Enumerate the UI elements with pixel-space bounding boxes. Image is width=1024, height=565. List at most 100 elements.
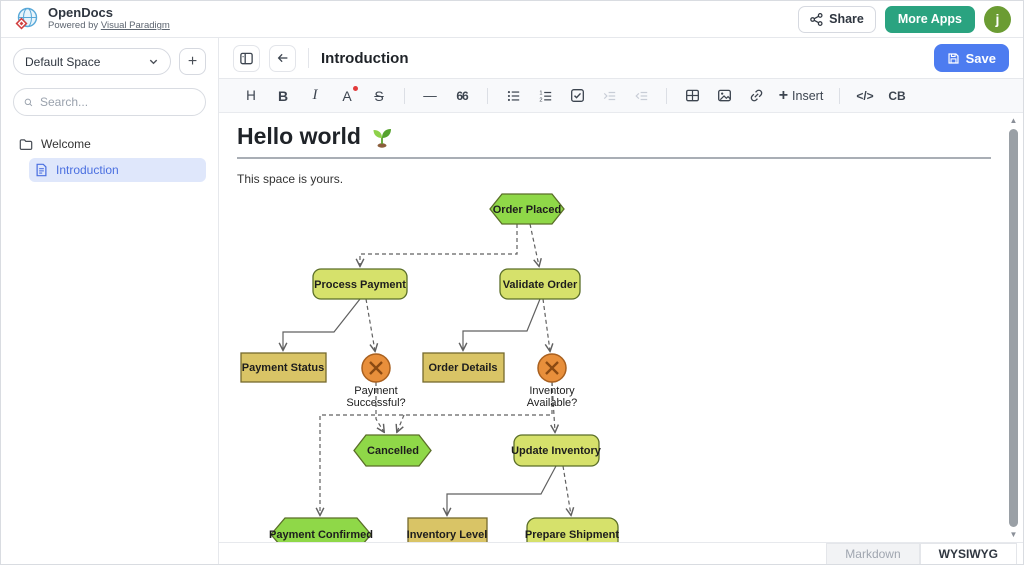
connector-updateinventory-inventorylevel [447,466,556,515]
new-space-button[interactable]: + [179,48,206,75]
task-list-button[interactable] [564,83,590,109]
node-order-placed: Order Placed [490,194,564,224]
italic-button[interactable]: I [302,83,328,109]
node-update-inventory: Update Inventory [511,435,602,466]
node-inventory-level: Inventory Level [407,518,488,542]
top-bar: OpenDocs Powered by Visual Paradigm Shar… [1,1,1023,38]
space-selector[interactable]: Default Space [13,48,171,75]
connector-horizontal-cancelled [397,415,404,432]
svg-text:Successful?: Successful? [346,397,405,409]
table-button[interactable] [679,83,705,109]
svg-text:Payment: Payment [354,385,397,397]
checkbox-icon [570,88,585,103]
toolbar-separator [839,88,840,104]
svg-text:Update Inventory: Update Inventory [511,445,602,457]
sidebar-item-welcome[interactable]: Welcome [13,132,206,156]
strikethrough-button[interactable]: S [366,83,392,109]
search-icon [24,96,33,109]
connector-processpayment-gateway1 [366,299,375,351]
node-process-payment: Process Payment [313,269,407,299]
sidebar-item-introduction[interactable]: Introduction [29,158,206,182]
outdent-icon [634,89,649,103]
svg-text:Payment Status: Payment Status [242,362,325,374]
doc-heading: Hello world [237,123,361,150]
numbered-list-icon: 1 2 [538,89,553,103]
node-cancelled: Cancelled [354,435,431,466]
svg-text:Order Placed: Order Placed [493,204,561,216]
link-icon [749,88,764,103]
node-payment-status: Payment Status [241,353,326,382]
link-button[interactable] [743,83,769,109]
header-divider [308,48,309,68]
toggle-sidebar-button[interactable] [233,45,260,72]
brand: OpenDocs Powered by Visual Paradigm [13,6,170,33]
bullet-list-button[interactable] [500,83,526,109]
opendocs-logo-icon [13,6,40,33]
outdent-button[interactable] [628,83,654,109]
indent-icon [602,89,617,103]
svg-text:Validate Order: Validate Order [503,279,578,291]
tab-wysiwyg[interactable]: WYSIWYG [920,543,1017,564]
back-button[interactable] [269,45,296,72]
scroll-down-arrow[interactable]: ▼ [1007,530,1020,540]
code-block-button[interactable]: CB [884,83,910,109]
node-validate-order: Validate Order [500,269,580,299]
main-area: Introduction Save H B I A S — 66 [219,38,1023,564]
vertical-scrollbar[interactable]: ▲ ▼ [1007,116,1020,540]
svg-text:2: 2 [539,97,542,102]
editor-mode-bar: Markdown WYSIWYG [219,542,1023,564]
share-icon [810,13,823,26]
avatar[interactable]: j [984,6,1011,33]
opendocs-window: OpenDocs Powered by Visual Paradigm Shar… [0,0,1024,565]
folder-icon [19,138,33,151]
horizontal-rule-button[interactable]: — [417,83,443,109]
floppy-disk-icon [947,52,960,65]
svg-text:Available?: Available? [527,397,578,409]
table-icon [685,88,700,103]
chevron-down-icon [148,56,159,67]
numbered-list-button[interactable]: 1 2 [532,83,558,109]
svg-text:Inventory Level: Inventory Level [407,529,488,541]
indent-button[interactable] [596,83,622,109]
page-title: Introduction [321,50,408,67]
scroll-up-arrow[interactable]: ▲ [1007,116,1020,126]
sidebar: Default Space + Welcome [1,38,219,564]
inline-code-button[interactable]: </> [852,83,878,109]
panel-toggle-icon [239,51,254,66]
image-button[interactable] [711,83,737,109]
toolbar-separator [487,88,488,104]
text-color-button[interactable]: A [334,83,360,109]
powered-by: Powered by Visual Paradigm [48,21,170,32]
arrow-left-icon [276,51,290,65]
seedling-emoji [370,125,394,149]
search-input[interactable] [40,95,195,109]
gateway-inventory-available: Inventory Available? [527,354,578,409]
flowchart-diagram[interactable]: Order Placed Process Payment Validate Or… [233,188,693,542]
save-button[interactable]: Save [934,44,1009,72]
connector-updateinventory-prepareshipment [563,466,571,515]
doc-paragraph: This space is yours. [237,172,1005,186]
blockquote-button[interactable]: 66 [449,83,475,109]
scrollbar-thumb[interactable] [1009,129,1018,527]
connector-validateorder-gateway2 [543,299,550,351]
share-button[interactable]: Share [798,6,876,33]
app-name: OpenDocs [48,6,170,21]
bold-button[interactable]: B [270,83,296,109]
connector-processpayment-paymentstatus [283,299,360,350]
document-icon [35,163,48,177]
search-box[interactable] [13,88,206,116]
heading-divider [237,157,991,159]
bullet-list-icon [506,89,521,103]
insert-button[interactable]: + Insert [775,83,827,109]
visual-paradigm-link[interactable]: Visual Paradigm [101,20,170,31]
svg-text:1: 1 [539,90,542,96]
svg-text:Payment Confirmed: Payment Confirmed [269,529,373,541]
heading-button[interactable]: H [238,83,264,109]
editor-content[interactable]: Hello world This space is yours. [219,114,1023,542]
connector-orderplaced-processpayment [360,224,517,266]
tab-markdown[interactable]: Markdown [826,543,919,564]
svg-text:Order Details: Order Details [428,362,497,374]
more-apps-button[interactable]: More Apps [885,6,975,33]
connector-validateorder-orderdetails [463,299,540,350]
gateway-payment-successful: Payment Successful? [346,354,405,409]
